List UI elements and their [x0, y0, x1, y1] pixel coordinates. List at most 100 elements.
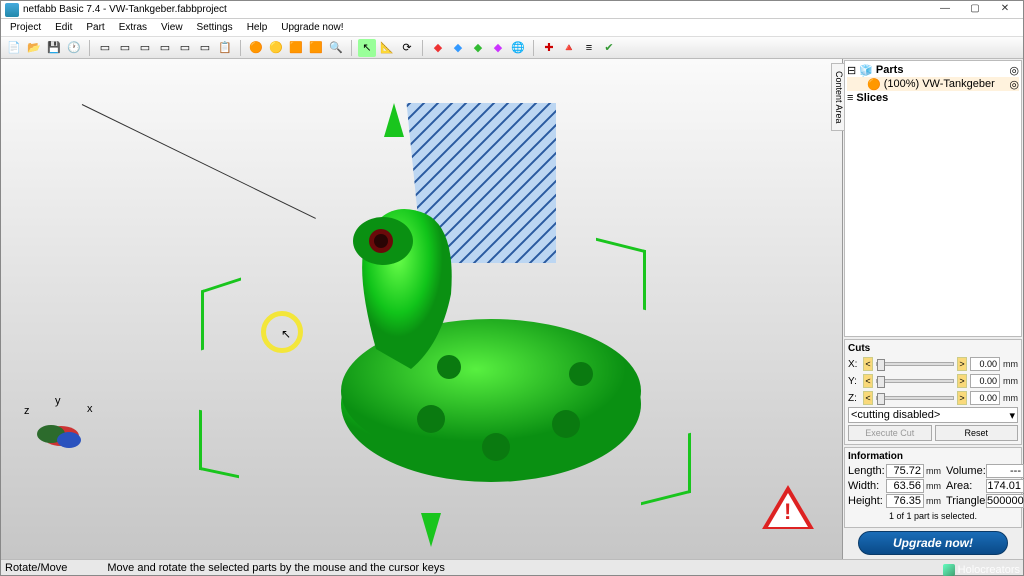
open-project-icon[interactable]: 📂: [25, 39, 43, 57]
upgrade-button[interactable]: Upgrade now!: [858, 531, 1008, 555]
axis-label: Z:: [848, 393, 860, 404]
unit-label: mm: [926, 466, 944, 476]
tree-parts-node[interactable]: ⊟ 🧊 Parts ◎: [847, 63, 1019, 77]
increment-button[interactable]: >: [957, 374, 967, 388]
tree-slices-node[interactable]: ≡ Slices: [847, 91, 1019, 105]
unit-label: mm: [1003, 393, 1018, 403]
logo-icon: [943, 564, 955, 576]
warning-icon[interactable]: !: [762, 485, 814, 529]
slider-thumb[interactable]: [877, 359, 885, 371]
print-icon[interactable]: 🕐: [65, 39, 83, 57]
cuts-panel: Cuts X: < > mm Y: < > mm: [844, 339, 1022, 445]
side-panel: Content Area ⊟ 🧊 Parts ◎ 🟠 (100%) VW-Tan…: [843, 59, 1023, 559]
shader-icon[interactable]: ◆: [429, 39, 447, 57]
watermark-text: Holocreators: [958, 564, 1020, 576]
decrement-button[interactable]: <: [863, 374, 873, 388]
slider-thumb[interactable]: [877, 393, 885, 405]
sphere-icon[interactable]: 🟠: [247, 39, 265, 57]
box-icon[interactable]: ▭: [116, 39, 134, 57]
minimize-button[interactable]: —: [931, 2, 959, 18]
menu-upgrade[interactable]: Upgrade now!: [276, 22, 348, 33]
cut-slider[interactable]: [876, 396, 954, 400]
decrement-button[interactable]: <: [863, 391, 873, 405]
information-panel: Information Length: 75.72 mm Volume: ---…: [844, 447, 1022, 528]
menu-edit[interactable]: Edit: [50, 22, 77, 33]
cut-slider[interactable]: [876, 362, 954, 366]
info-label: Height:: [848, 495, 884, 507]
shader-icon[interactable]: ◆: [469, 39, 487, 57]
menu-project[interactable]: Project: [5, 22, 46, 33]
menu-view[interactable]: View: [156, 22, 188, 33]
viewport-3d[interactable]: ↖ xzy !: [1, 59, 843, 559]
cut-y-row: Y: < > mm: [848, 373, 1018, 389]
menu-help[interactable]: Help: [242, 22, 273, 33]
rotate-icon[interactable]: ⟳: [398, 39, 416, 57]
cube-icon[interactable]: 🟧: [287, 39, 305, 57]
repair-icon[interactable]: ✚: [540, 39, 558, 57]
bbox-corner: [199, 410, 239, 479]
status-mode: Rotate/Move: [5, 562, 67, 574]
shader-icon[interactable]: ◆: [449, 39, 467, 57]
title-bar: netfabb Basic 7.4 - VW-Tankgeber.fabbpro…: [1, 1, 1023, 19]
unit-label: mm: [926, 481, 944, 491]
box-icon[interactable]: ▭: [136, 39, 154, 57]
info-label: Area:: [946, 480, 984, 492]
selection-status: 1 of 1 part is selected.: [848, 508, 1018, 524]
content-area-tab[interactable]: Content Area: [831, 63, 845, 131]
cut-z-input[interactable]: [970, 391, 1000, 405]
box-icon[interactable]: ▭: [156, 39, 174, 57]
zoom-icon[interactable]: 🔍: [327, 39, 345, 57]
unit-label: mm: [926, 496, 944, 506]
bbox-corner: [641, 433, 691, 505]
menu-settings[interactable]: Settings: [192, 22, 238, 33]
down-arrow-handle[interactable]: [421, 513, 441, 547]
toolbar: 📄 📂 💾 🕐 ▭ ▭ ▭ ▭ ▭ ▭ 📋 🟠 🟡 🟧 🟧 🔍 ↖ 📐 ⟳ ◆ …: [1, 37, 1023, 59]
close-button[interactable]: ✕: [991, 2, 1019, 18]
menu-part[interactable]: Part: [81, 22, 109, 33]
box-icon[interactable]: ▭: [176, 39, 194, 57]
axis-label: X:: [848, 359, 860, 370]
check-icon[interactable]: 🔺: [560, 39, 578, 57]
measure-icon[interactable]: 📐: [378, 39, 396, 57]
shader-icon[interactable]: ◆: [489, 39, 507, 57]
status-bar: Rotate/Move Move and rotate the selected…: [1, 559, 1023, 575]
cube-icon[interactable]: 🟧: [307, 39, 325, 57]
cursor-icon: ↖: [281, 327, 291, 341]
tree-part-item[interactable]: 🟠 (100%) VW-Tankgeber ◎: [847, 77, 1019, 91]
box-icon[interactable]: ▭: [96, 39, 114, 57]
validate-icon[interactable]: ✔: [600, 39, 618, 57]
slice-icon[interactable]: ≡: [580, 39, 598, 57]
cut-slider[interactable]: [876, 379, 954, 383]
svg-text:y: y: [55, 396, 61, 407]
slices-icon: ≡: [847, 92, 853, 104]
select-icon[interactable]: ↖: [358, 39, 376, 57]
part-mesh[interactable]: [281, 199, 641, 499]
minus-icon: ⊟: [847, 64, 856, 77]
decrement-button[interactable]: <: [863, 357, 873, 371]
cut-x-row: X: < > mm: [848, 356, 1018, 372]
parts-tree[interactable]: Content Area ⊟ 🧊 Parts ◎ 🟠 (100%) VW-Tan…: [844, 60, 1022, 337]
save-project-icon[interactable]: 💾: [45, 39, 63, 57]
cut-mode-select[interactable]: <cutting disabled>▾: [848, 407, 1018, 423]
cut-x-input[interactable]: [970, 357, 1000, 371]
svg-text:z: z: [24, 405, 30, 417]
sphere-icon[interactable]: 🟡: [267, 39, 285, 57]
up-arrow-handle[interactable]: [384, 103, 404, 137]
reset-button[interactable]: Reset: [935, 425, 1019, 441]
globe-icon[interactable]: 🌐: [509, 39, 527, 57]
eye-icon[interactable]: ◎: [1009, 64, 1019, 77]
unit-label: mm: [1003, 359, 1018, 369]
increment-button[interactable]: >: [957, 391, 967, 405]
slider-thumb[interactable]: [877, 376, 885, 388]
cut-y-input[interactable]: [970, 374, 1000, 388]
watermark: Holocreators: [943, 564, 1020, 576]
parts-icon: 🧊: [859, 64, 873, 77]
eye-icon[interactable]: ◎: [1009, 78, 1019, 91]
clipboard-icon[interactable]: 📋: [216, 39, 234, 57]
maximize-button[interactable]: ▢: [961, 2, 989, 18]
new-project-icon[interactable]: 📄: [5, 39, 23, 57]
part-icon: 🟠: [867, 78, 881, 91]
increment-button[interactable]: >: [957, 357, 967, 371]
box-icon[interactable]: ▭: [196, 39, 214, 57]
menu-extras[interactable]: Extras: [114, 22, 152, 33]
